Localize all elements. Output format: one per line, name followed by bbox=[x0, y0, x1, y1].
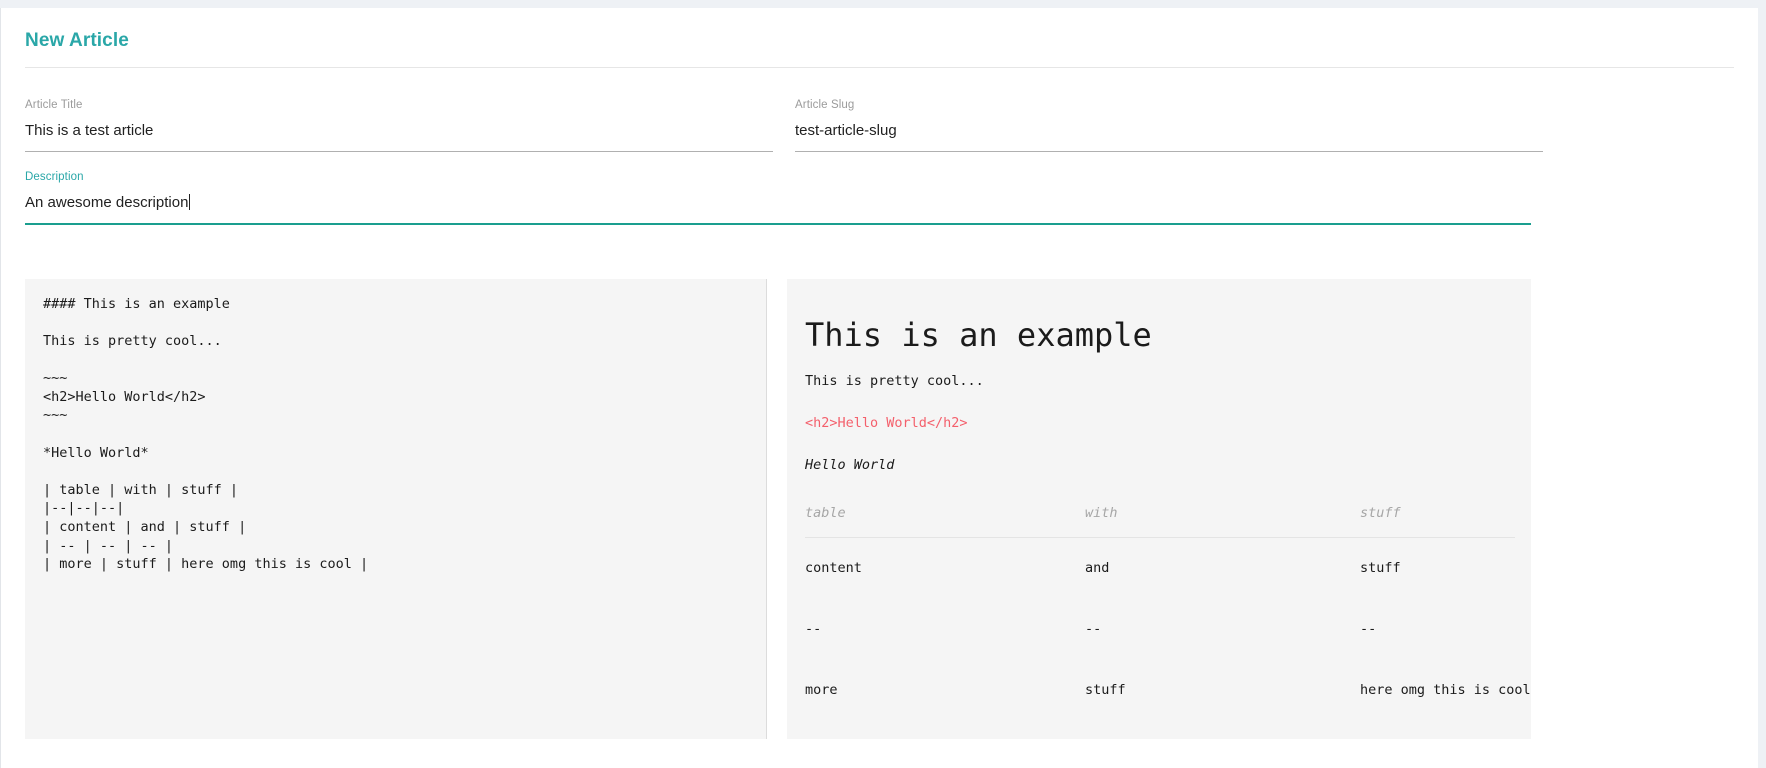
preview-table-header-cell: stuff bbox=[1360, 505, 1515, 538]
article-title-input[interactable]: This is a test article bbox=[25, 112, 773, 151]
table-cell: and bbox=[1085, 537, 1360, 599]
markdown-preview-panel: This is an example This is pretty cool..… bbox=[787, 279, 1531, 739]
form-row-description: Description An awesome description bbox=[25, 152, 1734, 225]
table-row: more stuff here omg this is cool bbox=[805, 660, 1515, 721]
article-title-label: Article Title bbox=[25, 98, 773, 112]
article-description-input-wrapper[interactable]: An awesome description bbox=[25, 184, 1531, 223]
table-cell: more bbox=[805, 660, 1085, 721]
page-header: New Article bbox=[1, 8, 1758, 80]
preview-code-block: <h2>Hello World</h2> bbox=[805, 413, 1513, 433]
page-title: New Article bbox=[25, 30, 1734, 53]
article-title-field[interactable]: Article Title This is a test article bbox=[25, 80, 773, 152]
preview-table-header-row: table with stuff bbox=[805, 505, 1515, 538]
markdown-editor-panel[interactable]: #### This is an example This is pretty c… bbox=[25, 279, 767, 739]
table-cell: -- bbox=[1360, 599, 1515, 660]
article-editor-page: New Article Article Title This is a test… bbox=[0, 8, 1758, 768]
table-row: -- -- -- bbox=[805, 599, 1515, 660]
editor-preview-panels: #### This is an example This is pretty c… bbox=[1, 225, 1758, 739]
article-description-input[interactable]: An awesome description bbox=[25, 194, 188, 211]
article-description-label: Description bbox=[25, 170, 1531, 184]
table-cell: here omg this is cool bbox=[1360, 660, 1515, 721]
table-cell: -- bbox=[805, 599, 1085, 660]
preview-emphasis: Hello World bbox=[805, 455, 1513, 475]
markdown-source-textarea[interactable]: #### This is an example This is pretty c… bbox=[43, 295, 748, 574]
article-slug-label: Article Slug bbox=[795, 98, 1543, 112]
table-cell: -- bbox=[1085, 599, 1360, 660]
table-cell: stuff bbox=[1360, 537, 1515, 599]
form-row-title-slug: Article Title This is a test article Art… bbox=[25, 80, 1734, 152]
preview-table: table with stuff content and stuff -- --… bbox=[805, 505, 1515, 721]
text-caret bbox=[189, 194, 190, 210]
article-slug-field[interactable]: Article Slug test-article-slug bbox=[795, 80, 1543, 152]
preview-heading: This is an example bbox=[805, 315, 1513, 355]
table-cell: stuff bbox=[1085, 660, 1360, 721]
table-row: content and stuff bbox=[805, 537, 1515, 599]
header-divider bbox=[25, 67, 1734, 68]
preview-table-header-cell: with bbox=[1085, 505, 1360, 538]
article-description-field[interactable]: Description An awesome description bbox=[25, 152, 1531, 225]
article-slug-input[interactable]: test-article-slug bbox=[795, 112, 1543, 151]
preview-table-body: content and stuff -- -- -- more stuff he… bbox=[805, 537, 1515, 721]
preview-paragraph: This is pretty cool... bbox=[805, 371, 1513, 391]
table-cell: content bbox=[805, 537, 1085, 599]
article-form: Article Title This is a test article Art… bbox=[1, 80, 1758, 225]
preview-table-head: table with stuff bbox=[805, 505, 1515, 538]
article-description-underline bbox=[25, 223, 1531, 225]
preview-table-header-cell: table bbox=[805, 505, 1085, 538]
